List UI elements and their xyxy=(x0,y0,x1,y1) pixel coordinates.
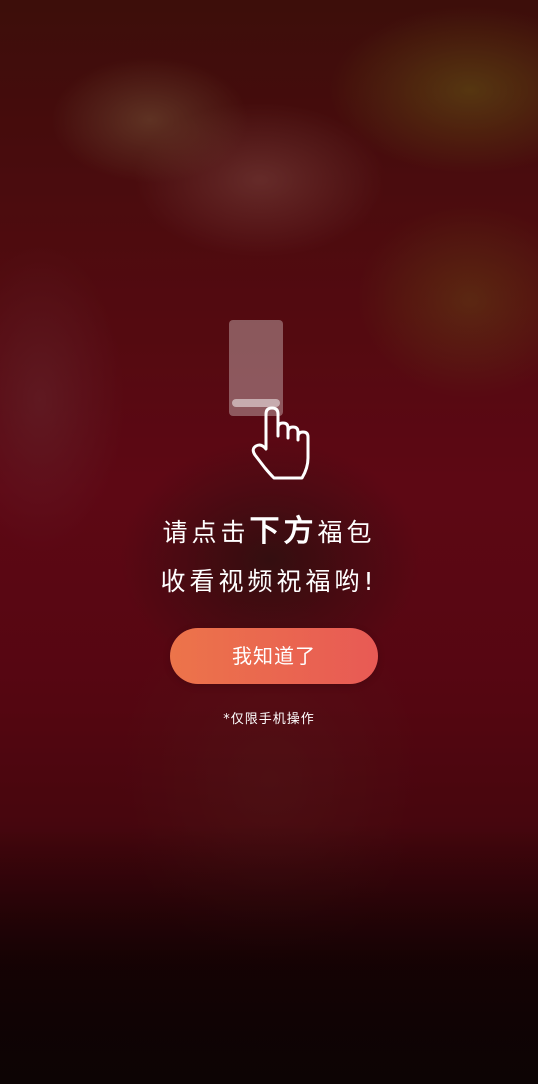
instruction-text-b: 福包 xyxy=(317,518,376,547)
instruction-line-1: 请点击下方福包 xyxy=(0,512,538,553)
hand-shape xyxy=(251,406,310,480)
instruction-line-2: 收看视频祝福哟! xyxy=(160,567,378,596)
instruction-text-a: 请点击 xyxy=(162,518,250,547)
got-it-button[interactable]: 我知道了 xyxy=(170,628,378,684)
mobile-only-note: *仅限手机操作 xyxy=(223,712,315,727)
phone-tap-hand-icon xyxy=(229,320,310,480)
screen: 请点击下方福包 收看视频祝福哟! 我知道了 *仅限手机操作 xyxy=(0,0,538,1084)
instruction-emphasis: 下方 xyxy=(249,514,318,549)
guide-overlay: 请点击下方福包 收看视频祝福哟! 我知道了 *仅限手机操作 xyxy=(0,0,538,1084)
phone-bottom-bar xyxy=(232,399,280,407)
